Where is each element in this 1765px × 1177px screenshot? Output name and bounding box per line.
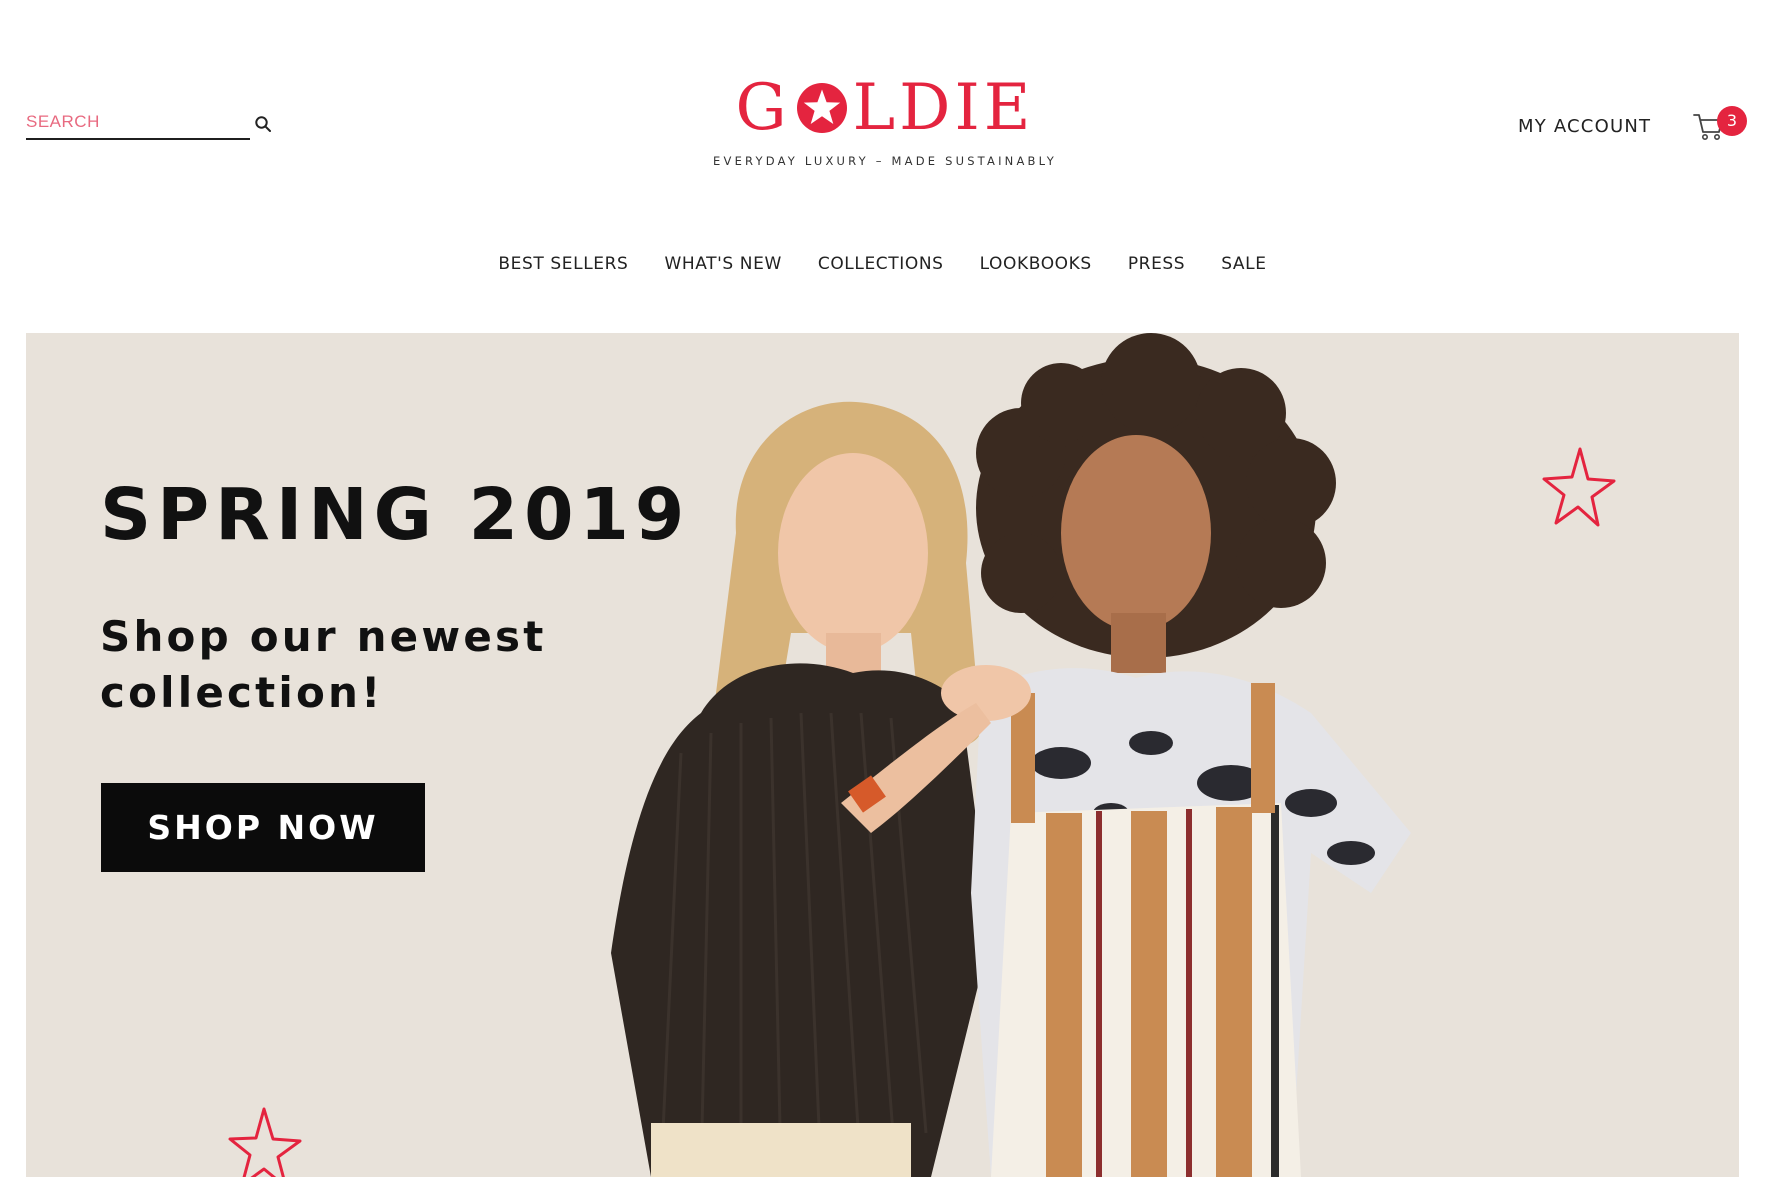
nav-item-lookbooks[interactable]: LOOKBOOKS (980, 254, 1092, 274)
search-input[interactable] (26, 106, 250, 140)
logo-tagline: EVERYDAY LUXURY – MADE SUSTAINABLY (713, 154, 1057, 168)
my-account-link[interactable]: MY ACCOUNT (1518, 116, 1651, 137)
nav-item-best-sellers[interactable]: BEST SELLERS (498, 254, 628, 274)
cart-count-badge: 3 (1717, 106, 1747, 136)
hero-banner: SPRING 2019 Shop our newest collection! … (26, 333, 1739, 1177)
logo-wordmark: G LDIE (700, 72, 1070, 144)
search-icon[interactable] (254, 115, 272, 133)
star-o-icon (796, 83, 847, 133)
brand-logo[interactable]: G LDIE EVERYDAY LUXURY – MADE SUSTAINABL… (700, 72, 1070, 168)
cart-button[interactable]: 3 (1693, 106, 1747, 146)
nav-item-sale[interactable]: SALE (1221, 254, 1266, 274)
nav-item-press[interactable]: PRESS (1128, 254, 1185, 274)
two-models-photo (611, 333, 1411, 1177)
page: G LDIE EVERYDAY LUXURY – MADE SUSTAINABL… (0, 0, 1765, 1177)
nav-item-whats-new[interactable]: WHAT'S NEW (664, 254, 781, 274)
main-nav: BEST SELLERS WHAT'S NEW COLLECTIONS LOOK… (0, 254, 1765, 274)
logo-letters-after: LDIE (852, 71, 1035, 145)
nav-item-collections[interactable]: COLLECTIONS (818, 254, 944, 274)
hero-title: SPRING 2019 (100, 473, 691, 556)
shop-now-button[interactable]: SHOP NOW (101, 783, 425, 872)
search-bar (26, 106, 250, 144)
hero-subtitle: Shop our newest collection! (100, 612, 547, 717)
star-outline-icon (228, 1107, 302, 1177)
logo-letters-before: G (735, 71, 791, 145)
star-outline-icon (1542, 447, 1616, 527)
